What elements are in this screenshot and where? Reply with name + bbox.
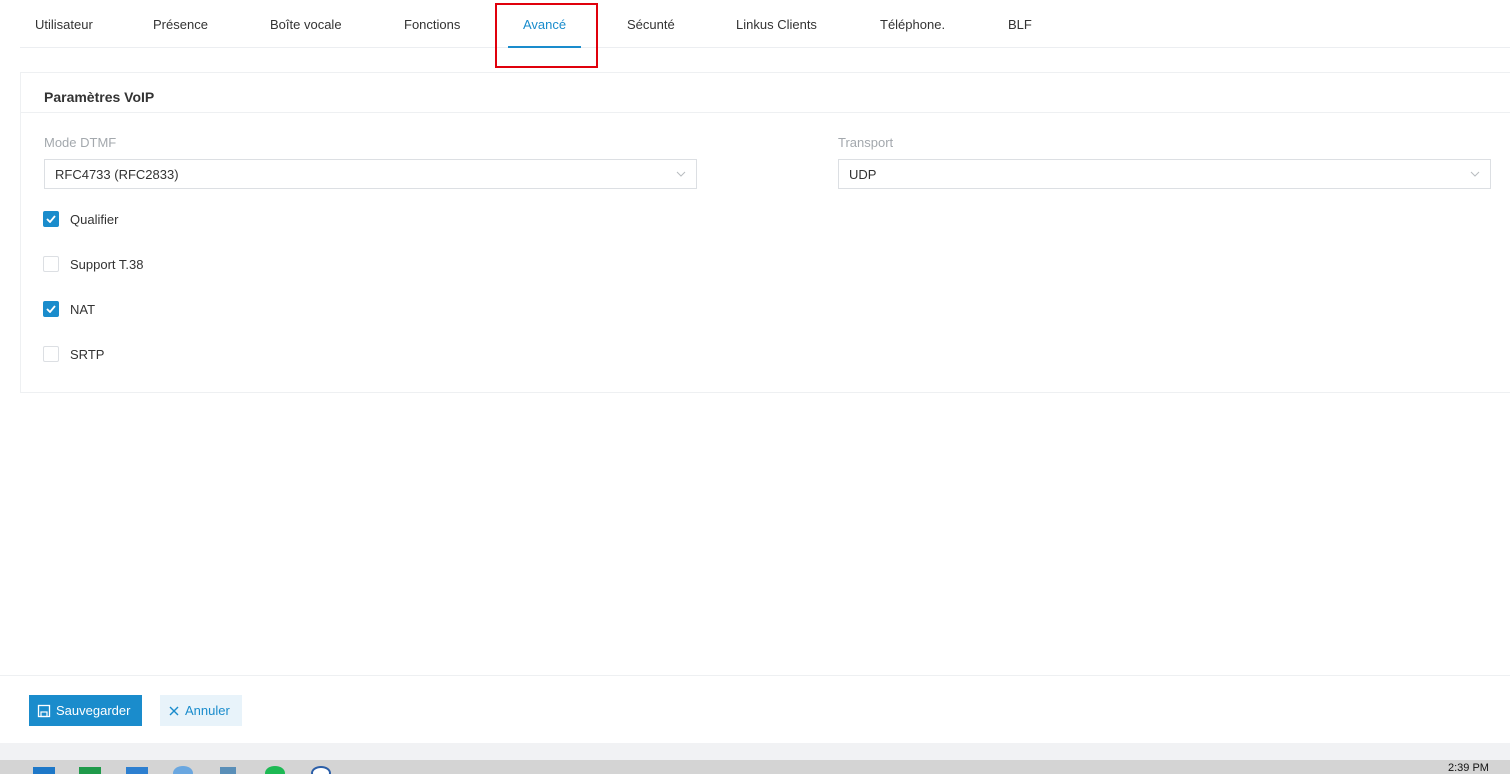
taskbar-clock: 2:39 PM [1448, 762, 1489, 774]
tab-presence[interactable]: Présence [153, 0, 208, 48]
floppy-disk-icon [37, 704, 51, 717]
tab-boite-vocale[interactable]: Boîte vocale [270, 0, 342, 48]
browser-icon[interactable] [173, 766, 193, 774]
tab-telephone[interactable]: Téléphone. [880, 0, 945, 48]
srtp-label: SRTP [70, 346, 105, 362]
check-icon [46, 305, 56, 313]
qualifier-checkbox[interactable] [43, 211, 59, 227]
compass-icon[interactable] [311, 766, 331, 774]
page-bottom-band [0, 743, 1510, 760]
taskbar: 2:39 PM [0, 760, 1510, 774]
cancel-label: Annuler [185, 703, 230, 718]
transport-label: Transport [838, 135, 894, 150]
tab-utilisateur[interactable]: Utilisateur [35, 0, 93, 48]
nat-checkbox[interactable] [43, 301, 59, 317]
t38-checkbox-row[interactable]: Support T.38 [43, 255, 143, 273]
dtmf-label: Mode DTMF [44, 135, 117, 150]
tab-bar: Utilisateur Présence Boîte vocale Foncti… [20, 0, 1510, 48]
nat-label: NAT [70, 301, 96, 317]
save-label: Sauvegarder [56, 703, 131, 718]
tab-securite[interactable]: Sécunté [627, 0, 675, 48]
transport-select[interactable]: UDP [838, 159, 1491, 189]
t38-checkbox[interactable] [43, 256, 59, 272]
dtmf-select[interactable]: RFC4733 (RFC2833) [44, 159, 697, 189]
chevron-down-icon [676, 171, 686, 177]
tab-linkus-clients[interactable]: Linkus Clients [736, 0, 817, 48]
srtp-checkbox-row[interactable]: SRTP [43, 345, 104, 363]
qualifier-checkbox-row[interactable]: Qualifier [43, 210, 118, 228]
voip-settings-panel: Paramètres VoIP Mode DTMF RFC4733 (RFC28… [20, 72, 1510, 393]
save-button[interactable]: Sauvegarder [29, 695, 142, 726]
spreadsheet-icon[interactable] [79, 767, 101, 774]
chevron-down-icon [1470, 171, 1480, 177]
cancel-button[interactable]: Annuler [160, 695, 242, 726]
tab-avance[interactable]: Avancé [507, 0, 582, 48]
files-icon[interactable] [126, 767, 148, 774]
dtmf-value: RFC4733 (RFC2833) [55, 167, 179, 182]
close-icon [169, 706, 179, 715]
tab-fonctions[interactable]: Fonctions [404, 0, 460, 48]
panel-title: Paramètres VoIP [21, 73, 1510, 113]
tab-blf[interactable]: BLF [1008, 0, 1032, 48]
nat-checkbox-row[interactable]: NAT [43, 300, 95, 318]
t38-label: Support T.38 [70, 256, 144, 272]
start-icon[interactable] [33, 767, 55, 774]
transport-value: UDP [849, 167, 877, 182]
check-icon [46, 215, 56, 223]
qualifier-label: Qualifier [70, 211, 119, 227]
form-footer: Sauvegarder Annuler [0, 675, 1510, 743]
calculator-icon[interactable] [220, 767, 236, 774]
music-icon[interactable] [265, 766, 285, 774]
srtp-checkbox[interactable] [43, 346, 59, 362]
